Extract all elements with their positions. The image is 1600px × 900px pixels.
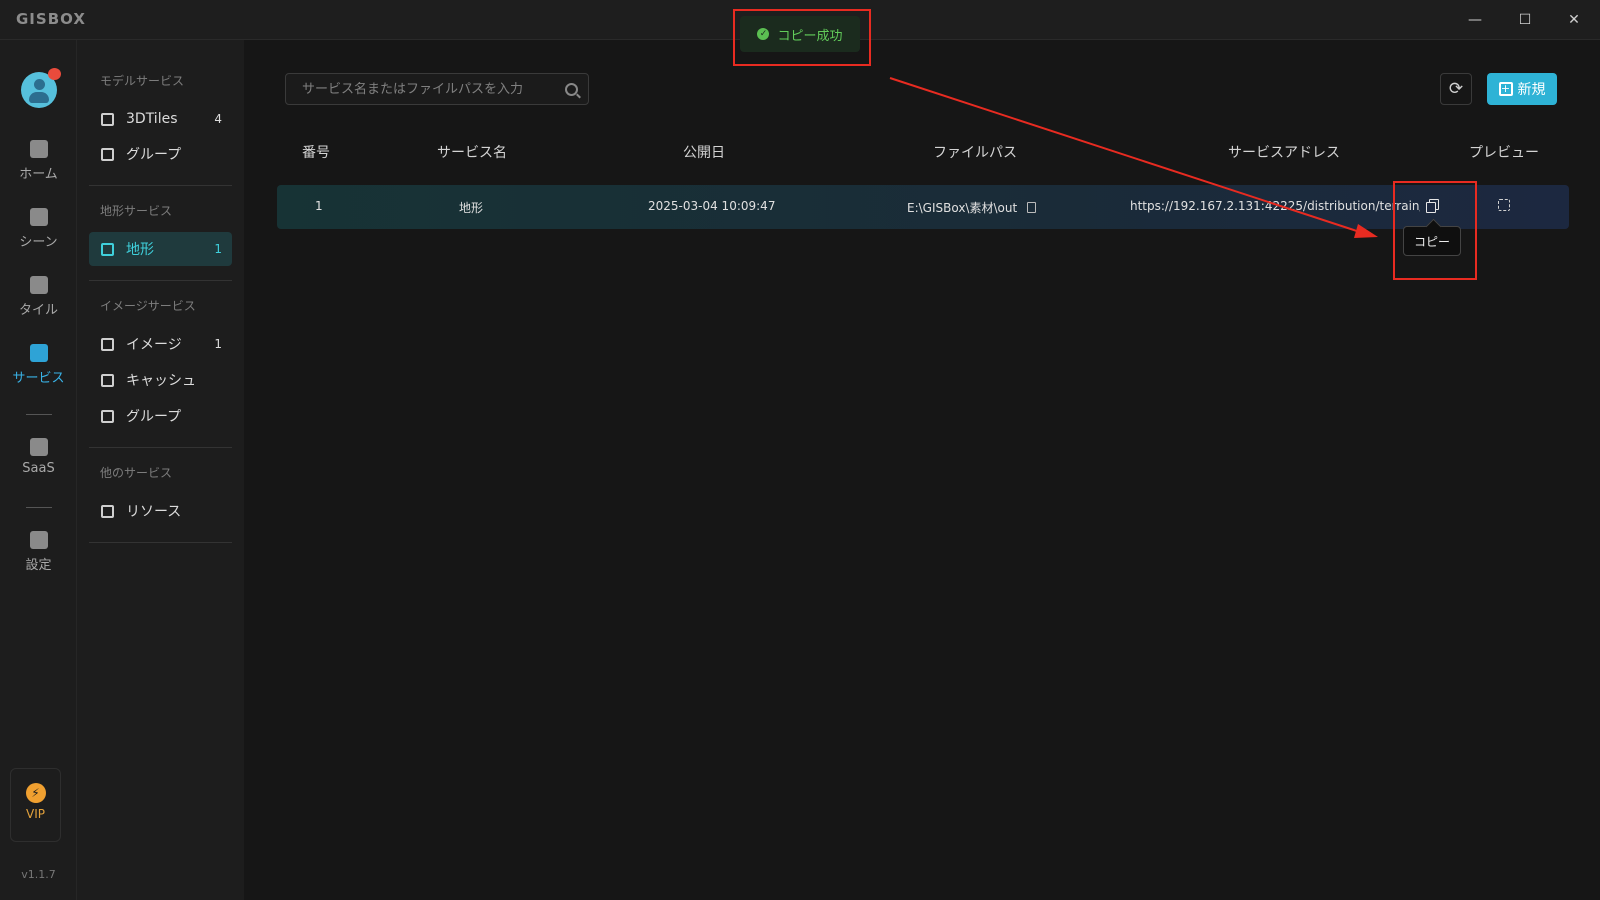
group-icon [101, 409, 114, 423]
nav-saas[interactable]: SaaS [0, 438, 77, 476]
avatar-head [34, 79, 45, 90]
preview-icon[interactable] [1498, 199, 1510, 211]
app-logo: GISBOX [16, 10, 86, 28]
add-icon: + [1498, 82, 1513, 96]
group-icon [101, 147, 114, 161]
search-icon[interactable] [565, 82, 578, 96]
section-title-terrain: 地形サービス [100, 204, 173, 218]
home-icon [29, 140, 48, 158]
nav-service[interactable]: サービス [0, 344, 77, 386]
cell-service-name: 地形 [459, 201, 484, 215]
table-row[interactable]: 1 地形 2025-03-04 10:09:47 E:\GISBox\素材\ou… [277, 185, 1569, 229]
column-header-number: 番号 [302, 145, 330, 161]
settings-icon [29, 531, 48, 549]
annotation-box-copy [1393, 181, 1477, 280]
column-header-service-name: サービス名 [437, 145, 507, 161]
search-input[interactable] [302, 81, 565, 97]
sidebar-item-count: 1 [214, 242, 222, 256]
file-path-text: E:\GISBox\素材\out [907, 201, 1018, 215]
avatar-body [29, 92, 49, 103]
vip-button[interactable]: ⚡ VIP [10, 768, 61, 842]
sidebar-item-label: イメージ [126, 337, 182, 353]
sidebar-item-terrain[interactable]: 地形 1 [89, 232, 232, 266]
search-box [285, 73, 589, 105]
nav-divider [26, 507, 52, 508]
nav-saas-label: SaaS [22, 461, 55, 476]
new-service-button[interactable]: + 新規 [1487, 73, 1557, 105]
sidebar-item-resource[interactable]: リソース [89, 494, 232, 528]
tile-icon [29, 276, 48, 294]
sidebar-item-label: リソース [126, 504, 182, 520]
service-category-sidebar: モデルサービス 3DTiles 4 グループ 地形サービス 地形 1 イメージサ… [77, 40, 244, 900]
lightning-icon: ⚡ [25, 783, 46, 803]
sidebar-item-label: 3DTiles [126, 111, 178, 127]
sidebar-item-model-group[interactable]: グループ [89, 137, 232, 171]
close-button[interactable]: ✕ [1559, 6, 1589, 34]
column-header-file-path: ファイルパス [933, 145, 1017, 161]
refresh-button[interactable]: ⟳ [1440, 73, 1472, 105]
sidebar-item-image-group[interactable]: グループ [89, 399, 232, 433]
notification-badge-icon[interactable] [48, 68, 61, 80]
app-version: v1.1.7 [21, 868, 56, 881]
sidebar-item-cache[interactable]: キャッシュ [89, 363, 232, 397]
scene-icon [29, 208, 48, 226]
sidebar-item-image[interactable]: イメージ 1 [89, 327, 232, 361]
nav-home-label: ホーム [19, 167, 58, 182]
cell-number: 1 [315, 199, 323, 213]
sidebar-item-count: 4 [214, 112, 222, 126]
column-header-published: 公開日 [683, 145, 725, 161]
service-icon [29, 344, 48, 362]
nav-tile-label: タイル [18, 303, 58, 318]
nav-scene[interactable]: シーン [0, 208, 77, 250]
section-title-model: モデルサービス [100, 74, 185, 88]
terrain-icon [101, 242, 114, 256]
cell-file-path: E:\GISBox\素材\out [907, 199, 1037, 216]
section-divider [89, 447, 232, 448]
app-window: GISBOX — ☐ ✕ ホーム シーン タイル サービス SaaS 設定 ⚡ … [0, 0, 1600, 900]
nav-service-label: サービス [12, 371, 65, 386]
annotation-box-toast [733, 9, 871, 66]
image-icon [101, 337, 114, 351]
cell-published-date: 2025-03-04 10:09:47 [648, 199, 776, 213]
maximize-button[interactable]: ☐ [1510, 6, 1540, 34]
tiles-icon [101, 112, 114, 126]
nav-divider [26, 414, 52, 415]
nav-settings-label: 設定 [25, 558, 52, 573]
sidebar-item-label: 地形 [126, 242, 154, 258]
cache-icon [101, 373, 114, 387]
sidebar-item-label: グループ [126, 409, 182, 425]
resource-icon [101, 504, 114, 518]
nav-tile[interactable]: タイル [0, 276, 77, 318]
sidebar-item-label: キャッシュ [126, 373, 196, 389]
sidebar-item-count: 1 [214, 337, 222, 351]
sidebar-item-3dtiles[interactable]: 3DTiles 4 [89, 102, 232, 136]
section-title-other: 他のサービス [100, 466, 173, 480]
minimize-button[interactable]: — [1460, 6, 1490, 34]
nav-scene-label: シーン [19, 235, 58, 250]
sidebar-item-label: グループ [126, 147, 182, 163]
saas-icon [29, 438, 48, 456]
section-title-image: イメージサービス [100, 299, 196, 313]
section-divider [89, 185, 232, 186]
column-header-service-address: サービスアドレス [1228, 145, 1340, 161]
folder-open-icon[interactable] [1027, 202, 1037, 213]
section-divider [89, 542, 232, 543]
vip-label: VIP [26, 807, 45, 821]
nav-home[interactable]: ホーム [0, 140, 77, 182]
new-button-label: 新規 [1517, 82, 1546, 98]
nav-settings[interactable]: 設定 [0, 531, 77, 573]
section-divider [89, 280, 232, 281]
main-nav-rail: ホーム シーン タイル サービス SaaS 設定 ⚡ VIP v1.1.7 [0, 40, 77, 900]
column-header-preview: プレビュー [1469, 145, 1539, 161]
cell-service-address: https://192.167.2.131:42225/distribution… [1130, 199, 1420, 213]
